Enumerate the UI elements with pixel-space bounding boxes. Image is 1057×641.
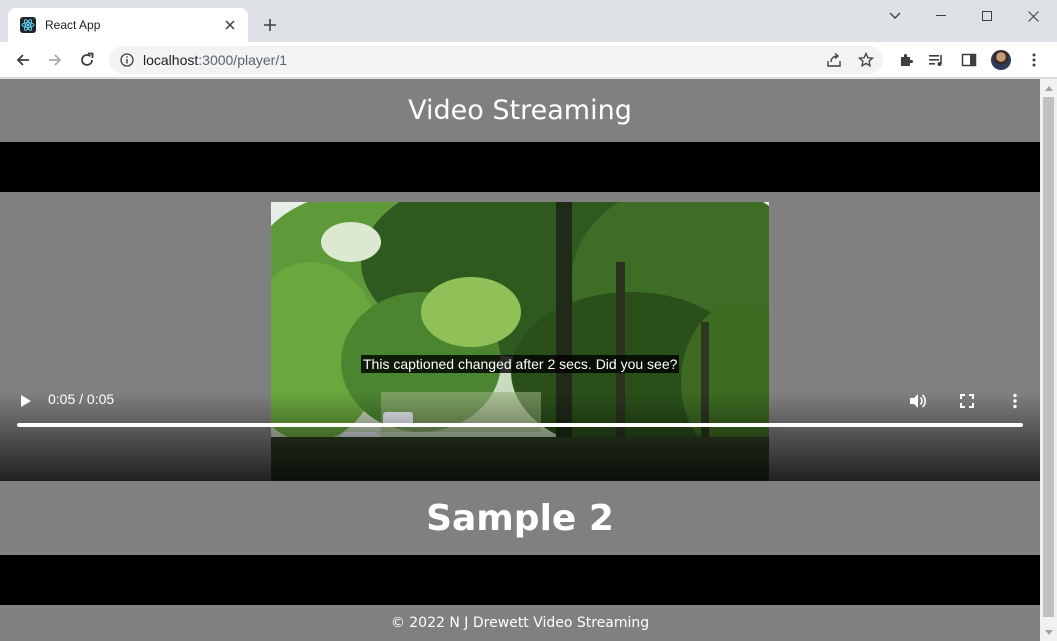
scrollbar-thumb[interactable]	[1043, 97, 1054, 617]
new-tab-button[interactable]	[258, 13, 282, 37]
media-control-icon[interactable]	[923, 46, 951, 74]
tab-title: React App	[45, 18, 101, 32]
fullscreen-button[interactable]	[955, 389, 979, 413]
video-player[interactable]	[0, 192, 1040, 481]
tab-strip: React App	[0, 0, 1057, 42]
controls-overlay	[0, 392, 1040, 481]
video-progress-bar[interactable]	[17, 423, 1023, 427]
scroll-up-arrow-icon[interactable]	[1040, 81, 1057, 95]
url-host: localhost	[143, 52, 199, 68]
back-button[interactable]	[9, 46, 37, 74]
play-icon	[21, 395, 31, 407]
mute-button[interactable]	[906, 389, 930, 413]
play-button[interactable]	[14, 389, 38, 413]
bookmark-star-icon[interactable]	[852, 46, 880, 74]
browser-tab[interactable]: React App	[8, 8, 248, 42]
avatar	[991, 50, 1011, 70]
forward-button[interactable]	[41, 46, 69, 74]
video-options-button[interactable]	[1003, 389, 1027, 413]
react-favicon-icon	[20, 17, 36, 33]
site-footer: © 2022 N J Drewett Video Streaming	[0, 605, 1040, 641]
share-icon[interactable]	[820, 46, 848, 74]
fullscreen-icon	[960, 394, 974, 408]
page-viewport: Video Streaming This captioned changed a…	[0, 79, 1057, 641]
footer-text: © 2022 N J Drewett Video Streaming	[390, 615, 650, 631]
side-panel-icon[interactable]	[955, 46, 983, 74]
minimize-button[interactable]	[918, 0, 964, 32]
maximize-button[interactable]	[964, 0, 1010, 32]
close-window-button[interactable]	[1010, 0, 1056, 32]
header-band	[0, 142, 1040, 192]
video-time: 0:05 / 0:05	[48, 391, 115, 407]
page-scrollbar[interactable]	[1040, 79, 1057, 641]
site-header: Video Streaming	[0, 79, 1040, 142]
url-path: :3000/player/1	[198, 52, 287, 68]
footer-band	[0, 555, 1040, 605]
browser-menu-icon[interactable]	[1020, 46, 1048, 74]
browser-toolbar: localhost:3000/player/1	[0, 42, 1057, 78]
tab-search-icon[interactable]	[872, 0, 918, 32]
scroll-down-arrow-icon[interactable]	[1040, 625, 1057, 639]
more-vert-icon	[1013, 393, 1017, 409]
reload-button[interactable]	[73, 46, 101, 74]
sample-title: Sample 2	[426, 497, 614, 539]
extensions-icon[interactable]	[892, 46, 920, 74]
site-info-icon[interactable]	[113, 46, 141, 74]
video-caption: This captioned changed after 2 secs. Did…	[361, 355, 680, 373]
profile-avatar[interactable]	[987, 46, 1015, 74]
url-text: localhost:3000/player/1	[143, 52, 287, 68]
volume-icon	[910, 394, 927, 408]
close-tab-icon[interactable]	[222, 17, 238, 33]
sample-title-section: Sample 2	[0, 481, 1040, 555]
page-title: Video Streaming	[408, 95, 632, 126]
address-bar[interactable]: localhost:3000/player/1	[109, 46, 883, 74]
page-content: Video Streaming This captioned changed a…	[0, 79, 1040, 641]
